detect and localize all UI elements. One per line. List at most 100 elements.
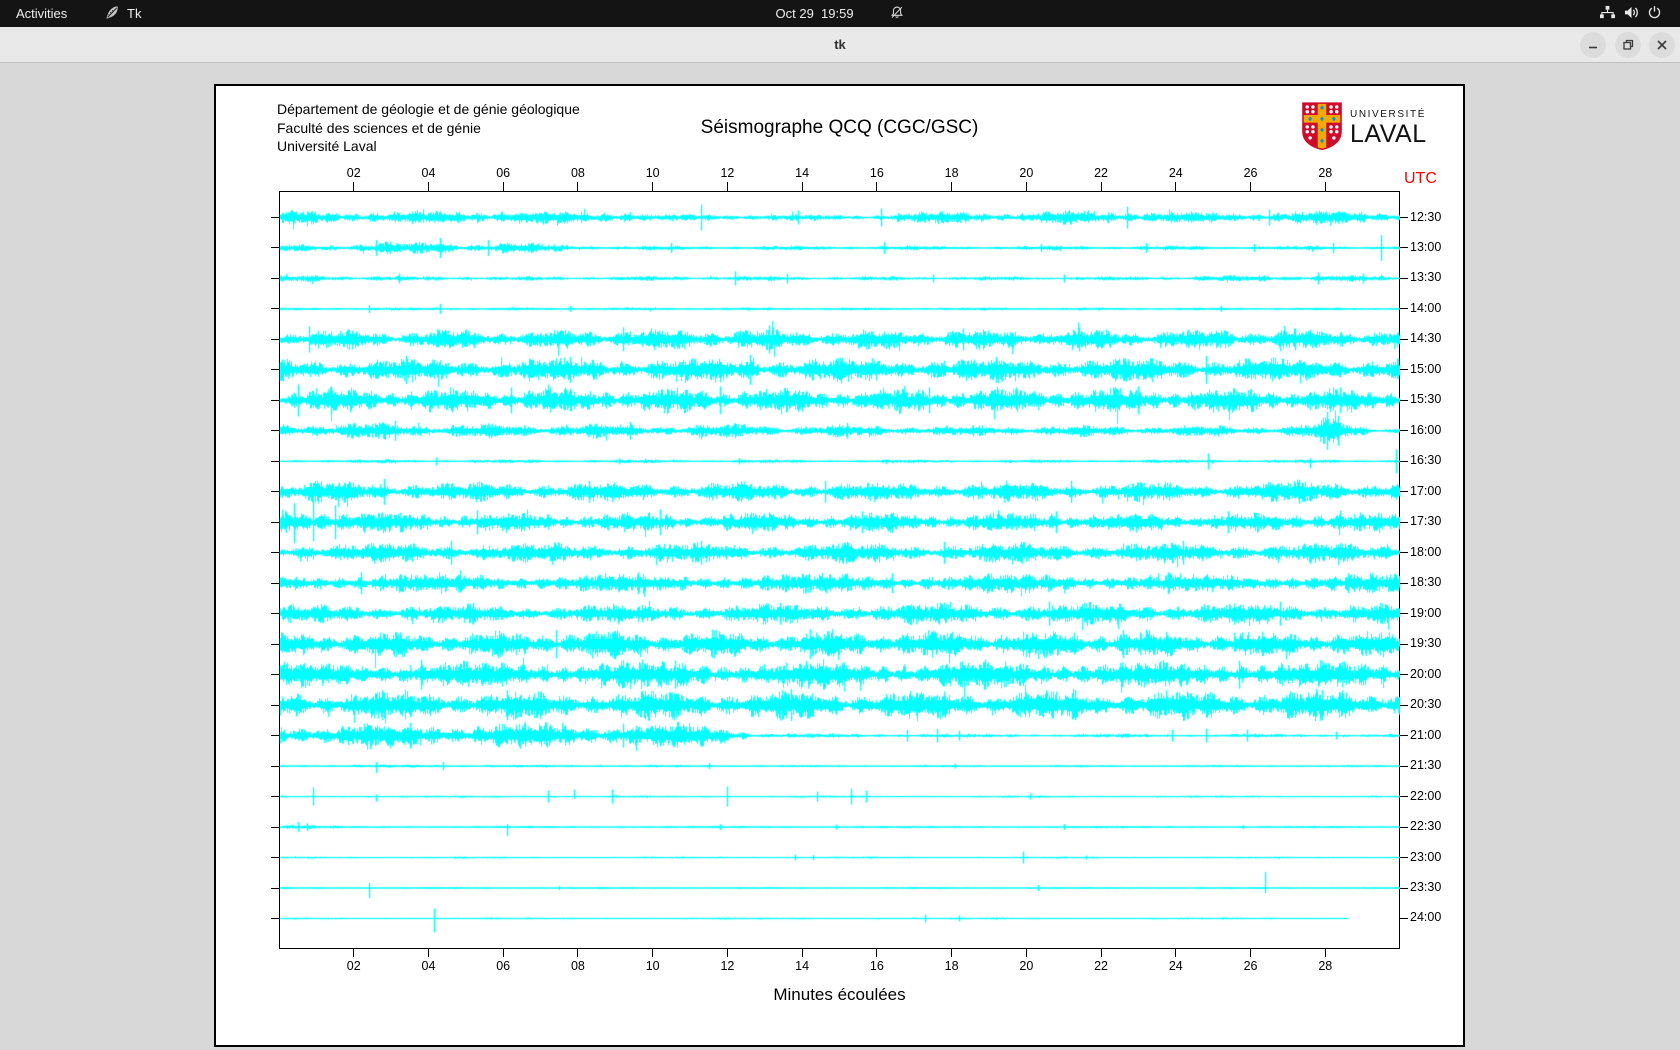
power-icon — [1647, 5, 1662, 23]
utc-tick-right — [1400, 705, 1408, 706]
utc-tick-left — [271, 278, 279, 279]
utc-tick-right — [1400, 339, 1408, 340]
close-button[interactable] — [1649, 32, 1675, 58]
utc-tick-right — [1400, 827, 1408, 828]
network-wired-icon — [1599, 5, 1616, 23]
utc-tick-right — [1400, 552, 1408, 553]
x-tick-top — [802, 182, 803, 191]
x-tick-label-top: 24 — [1161, 166, 1191, 180]
utc-tick-left — [271, 888, 279, 889]
window-titlebar[interactable]: tk — [0, 27, 1680, 63]
x-tick-label-bottom: 10 — [638, 959, 668, 973]
x-tick-top — [428, 182, 429, 191]
utc-tick-right — [1400, 430, 1408, 431]
laval-shield-icon — [1302, 102, 1342, 155]
clock-label: Oct 29 19:59 — [776, 6, 854, 21]
utc-time-label: 15:00 — [1410, 362, 1441, 376]
utc-time-label: 19:00 — [1410, 606, 1441, 620]
x-tick-label-bottom: 20 — [1011, 959, 1041, 973]
utc-time-label: 14:30 — [1410, 331, 1441, 345]
utc-time-label: 18:30 — [1410, 575, 1441, 589]
x-tick-label-bottom: 18 — [937, 959, 967, 973]
activities-label: Activities — [16, 6, 67, 21]
utc-tick-right — [1400, 674, 1408, 675]
window-title: tk — [0, 27, 1680, 62]
utc-tick-right — [1400, 247, 1408, 248]
utc-tick-left — [271, 369, 279, 370]
utc-time-label: 14:00 — [1410, 301, 1441, 315]
seismogram-traces — [279, 191, 1400, 949]
utc-time-label: 19:30 — [1410, 636, 1441, 650]
x-tick-label-bottom: 24 — [1161, 959, 1191, 973]
utc-tick-right — [1400, 217, 1408, 218]
utc-tick-right — [1400, 735, 1408, 736]
utc-time-label: 24:00 — [1410, 910, 1441, 924]
utc-time-label: 15:30 — [1410, 392, 1441, 406]
utc-tick-right — [1400, 461, 1408, 462]
utc-tick-left — [271, 918, 279, 919]
x-tick-label-top: 18 — [937, 166, 967, 180]
x-tick-label-top: 08 — [563, 166, 593, 180]
x-tick-label-bottom: 22 — [1086, 959, 1116, 973]
utc-tick-right — [1400, 857, 1408, 858]
x-tick-label-top: 26 — [1236, 166, 1266, 180]
utc-tick-left — [271, 400, 279, 401]
utc-time-label: 23:30 — [1410, 880, 1441, 894]
seismograph-canvas: Département de géologie et de génie géol… — [214, 84, 1465, 1047]
utc-tick-left — [271, 674, 279, 675]
x-tick-bottom — [353, 949, 354, 957]
utc-tick-left — [271, 827, 279, 828]
x-tick-bottom — [1250, 949, 1251, 957]
x-tick-label-bottom: 28 — [1310, 959, 1340, 973]
utc-time-label: 20:00 — [1410, 667, 1441, 681]
utc-time-label: 16:00 — [1410, 423, 1441, 437]
x-axis-label: Minutes écoulées — [216, 985, 1463, 1005]
utc-tick-left — [271, 857, 279, 858]
x-tick-top — [1175, 182, 1176, 191]
utc-tick-left — [271, 552, 279, 553]
utc-time-label: 21:30 — [1410, 758, 1441, 772]
utc-tick-right — [1400, 278, 1408, 279]
x-tick-label-top: 10 — [638, 166, 668, 180]
utc-tick-right — [1400, 918, 1408, 919]
x-tick-top — [652, 182, 653, 191]
utc-tick-left — [271, 217, 279, 218]
gnome-top-bar: Activities Tk Oct 29 19:59 — [0, 0, 1680, 27]
x-tick-label-bottom: 08 — [563, 959, 593, 973]
x-tick-bottom — [428, 949, 429, 957]
activities-button[interactable]: Activities — [16, 0, 67, 27]
x-tick-bottom — [802, 949, 803, 957]
utc-tick-right — [1400, 491, 1408, 492]
focused-app-indicator[interactable]: Tk — [105, 0, 141, 27]
desktop-screen: Activities Tk Oct 29 19:59 — [0, 0, 1680, 1050]
utc-tick-right — [1400, 613, 1408, 614]
utc-tick-left — [271, 430, 279, 431]
x-tick-label-top: 12 — [712, 166, 742, 180]
x-tick-label-bottom: 14 — [787, 959, 817, 973]
utc-tick-left — [271, 339, 279, 340]
utc-tick-right — [1400, 308, 1408, 309]
maximize-button[interactable] — [1615, 32, 1641, 58]
x-tick-bottom — [951, 949, 952, 957]
x-tick-bottom — [876, 949, 877, 957]
x-tick-label-top: 02 — [339, 166, 369, 180]
x-tick-label-bottom: 26 — [1236, 959, 1266, 973]
x-tick-label-bottom: 04 — [413, 959, 443, 973]
utc-tick-left — [271, 766, 279, 767]
utc-tick-left — [271, 735, 279, 736]
utc-tick-left — [271, 461, 279, 462]
minimize-button[interactable] — [1580, 32, 1606, 58]
utc-tick-left — [271, 705, 279, 706]
x-tick-top — [353, 182, 354, 191]
utc-tick-right — [1400, 644, 1408, 645]
utc-time-label: 17:30 — [1410, 514, 1441, 528]
system-tray[interactable] — [1599, 0, 1662, 27]
utc-tick-left — [271, 308, 279, 309]
x-tick-bottom — [1101, 949, 1102, 957]
utc-tick-left — [271, 522, 279, 523]
x-tick-top — [951, 182, 952, 191]
clock-menu[interactable]: Oct 29 19:59 — [776, 0, 905, 27]
utc-tick-right — [1400, 522, 1408, 523]
x-tick-bottom — [727, 949, 728, 957]
utc-time-label: 22:00 — [1410, 789, 1441, 803]
